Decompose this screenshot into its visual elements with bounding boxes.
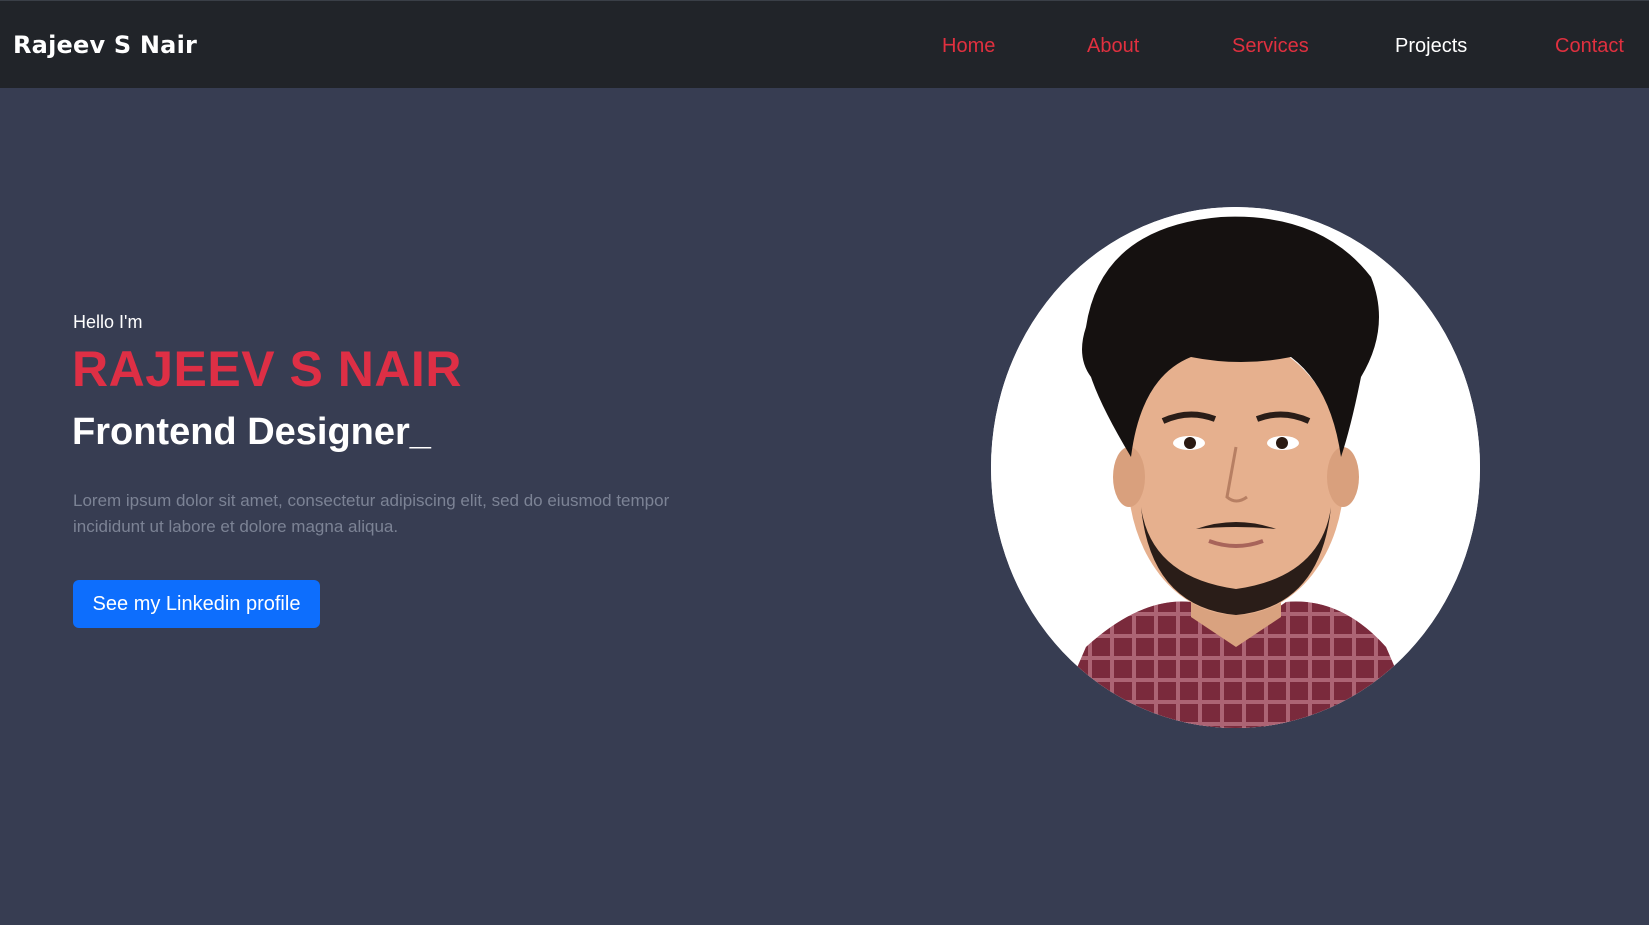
nav-link-projects[interactable]: Projects	[1395, 35, 1467, 58]
hero-role: Frontend Designer_	[72, 411, 431, 453]
hero-description: Lorem ipsum dolor sit amet, consectetur …	[73, 491, 670, 536]
navbar: Rajeev S Nair Home About Services Projec…	[0, 0, 1649, 88]
hero-greeting: Hello I'm	[73, 312, 143, 332]
hero-name: RAJEEV S NAIR	[72, 341, 462, 397]
nav-link-about[interactable]: About	[1087, 35, 1139, 58]
nav-link-contact[interactable]: Contact	[1555, 35, 1624, 58]
brand-logo[interactable]: Rajeev S Nair	[13, 31, 197, 59]
hero-section: Hello I'm RAJEEV S NAIR Frontend Designe…	[0, 88, 1649, 925]
linkedin-profile-button[interactable]: See my Linkedin profile	[73, 580, 320, 628]
nav-link-services[interactable]: Services	[1232, 35, 1309, 58]
profile-photo	[991, 207, 1480, 728]
nav-link-home[interactable]: Home	[942, 35, 995, 58]
profile-photo-illustration	[991, 207, 1480, 728]
